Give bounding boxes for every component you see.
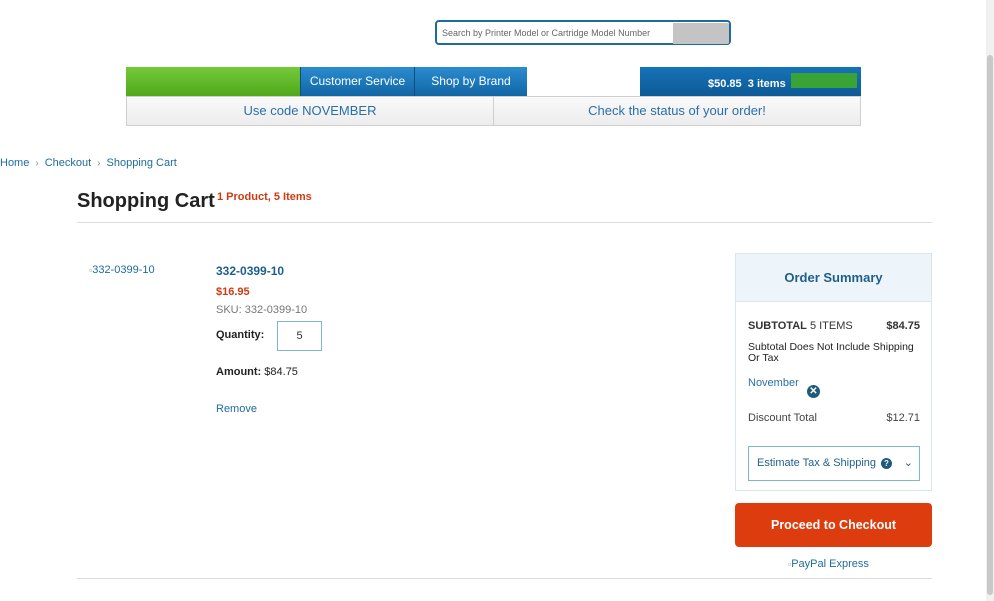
- quantity-label: Quantity:: [216, 329, 265, 341]
- search-input[interactable]: [440, 24, 678, 41]
- discount-label: Discount Total: [748, 412, 817, 424]
- subtotal-text: SUBTOTAL: [748, 320, 807, 332]
- scrollbar[interactable]: [986, 0, 994, 601]
- page-title: Shopping Cart: [77, 190, 215, 212]
- close-circle-icon[interactable]: ✕: [807, 385, 820, 398]
- chevron-down-icon: ⌄: [903, 457, 913, 469]
- question-circle-icon[interactable]: ?: [881, 458, 892, 469]
- order-status-link[interactable]: Check the status of your order!: [494, 97, 860, 125]
- product-image-alt: 332-0399-10: [92, 264, 155, 276]
- breadcrumb-checkout[interactable]: Checkout: [45, 157, 91, 169]
- coupon-code: November: [748, 377, 799, 389]
- mini-cart-items: 3 items: [747, 78, 786, 90]
- mini-cart-total: $50.85: [708, 78, 742, 90]
- subtotal-items: 5 ITEMS: [809, 320, 853, 332]
- search-box: [435, 20, 731, 45]
- nav-logo-area[interactable]: [126, 67, 300, 96]
- breadcrumb-home[interactable]: Home: [0, 157, 29, 169]
- cart-count: 1 Product, 5 Items: [217, 191, 312, 203]
- promo-code-link[interactable]: Use code NOVEMBER: [127, 97, 494, 125]
- main-nav: Customer Service Shop by Brand $50.85 3 …: [126, 67, 861, 96]
- search-button[interactable]: [673, 23, 729, 44]
- remove-link[interactable]: Remove: [216, 403, 257, 415]
- subtotal-note: Subtotal Does Not Include Shipping Or Ta…: [748, 341, 914, 364]
- amount-label: Amount:: [216, 366, 262, 378]
- order-summary-title: Order Summary: [736, 254, 931, 302]
- breadcrumb-shopping-cart[interactable]: Shopping Cart: [107, 157, 177, 169]
- chevron-right-icon: ›: [35, 158, 39, 169]
- product-name-link[interactable]: 332-0399-10: [216, 264, 284, 278]
- subtotal-value: $84.75: [886, 320, 920, 332]
- proceed-to-checkout-button[interactable]: Proceed to Checkout: [735, 503, 932, 547]
- mini-cart-summary: $50.85 3 items: [708, 78, 786, 90]
- product-sku: SKU: 332-0399-10: [216, 304, 308, 316]
- mini-cart-button[interactable]: [791, 73, 857, 88]
- scrollbar-thumb[interactable]: [987, 55, 993, 595]
- chevron-right-icon: ›: [97, 158, 101, 169]
- line-amount: Amount: $84.75: [216, 366, 298, 378]
- paypal-express-button[interactable]: ▫PayPal Express: [788, 558, 869, 570]
- estimate-tax-shipping-toggle[interactable]: Estimate Tax & Shipping ? ⌄: [748, 446, 920, 481]
- tab-customer-service[interactable]: Customer Service: [300, 67, 414, 96]
- product-image[interactable]: ▫332-0399-10: [89, 264, 155, 276]
- divider: [77, 222, 932, 223]
- amount-value: $84.75: [264, 366, 298, 378]
- estimate-label: Estimate Tax & Shipping: [757, 457, 877, 469]
- tab-shop-by-brand[interactable]: Shop by Brand: [414, 67, 527, 96]
- promo-bar: Use code NOVEMBER Check the status of yo…: [126, 96, 861, 126]
- paypal-alt: PayPal Express: [791, 558, 869, 570]
- breadcrumb: Home › Checkout › Shopping Cart: [0, 157, 177, 169]
- mini-cart[interactable]: $50.85 3 items: [640, 67, 861, 96]
- discount-value: $12.71: [886, 412, 920, 424]
- order-summary: Order Summary SUBTOTAL 5 ITEMS $84.75 Su…: [735, 253, 932, 491]
- divider: [77, 578, 932, 579]
- quantity-input[interactable]: [277, 321, 322, 351]
- subtotal-label: SUBTOTAL 5 ITEMS: [748, 320, 853, 332]
- product-price: $16.95: [216, 286, 250, 298]
